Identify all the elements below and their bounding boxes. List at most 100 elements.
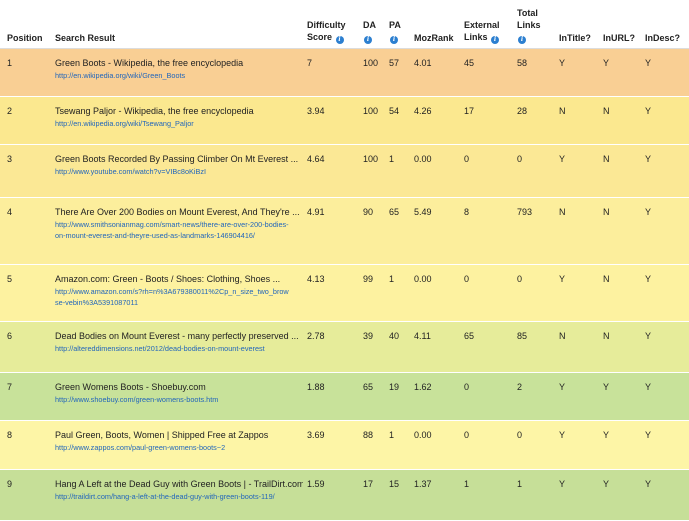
position-cell: 1 bbox=[7, 58, 13, 68]
table-row: 6 2.78 39 40 4.11 65 85 N N Y Dead Bodies on Mount… bbox=[0, 322, 689, 373]
indesc-cell: Y bbox=[645, 331, 652, 341]
total-links-cell: 0 bbox=[517, 154, 523, 164]
result-url-link[interactable]: http://altereddimensions.net/2012/dead-b… bbox=[55, 343, 291, 354]
intitle-cell: Y bbox=[559, 154, 566, 164]
intitle-cell: Y bbox=[559, 479, 566, 489]
pa-cell: 15 bbox=[389, 479, 400, 489]
result-url-link[interactable]: http://www.zappos.com/paul-green-womens-… bbox=[55, 442, 291, 453]
position-cell: 3 bbox=[7, 154, 13, 164]
position-cell: 6 bbox=[7, 331, 13, 341]
external-links-cell: 0 bbox=[464, 382, 470, 392]
result-title: Tsewang Paljor - Wikipedia, the free enc… bbox=[55, 106, 254, 116]
pa-cell: 54 bbox=[389, 106, 400, 116]
result-url-link[interactable]: http://www.youtube.com/watch?v=VIBc8oKiB… bbox=[55, 166, 291, 177]
inurl-cell: N bbox=[603, 106, 610, 116]
mozrank-cell: 0.00 bbox=[414, 154, 432, 164]
header-total-line2: Links bbox=[517, 20, 541, 30]
intitle-cell: N bbox=[559, 207, 566, 217]
intitle-cell: Y bbox=[559, 274, 566, 284]
mozrank-cell: 1.37 bbox=[414, 479, 432, 489]
header-difficulty-line1: Difficulty bbox=[307, 20, 346, 30]
external-links-cell: 8 bbox=[464, 207, 470, 217]
mozrank-cell: 4.11 bbox=[414, 331, 431, 341]
da-cell: 39 bbox=[363, 331, 374, 341]
total-links-cell: 85 bbox=[517, 331, 528, 341]
difficulty-cell: 1.59 bbox=[307, 479, 325, 489]
table-row: 5 4.13 99 1 0.00 0 0 Y N Y Amazon.com: Green - Boo… bbox=[0, 265, 689, 322]
difficulty-cell: 2.78 bbox=[307, 331, 325, 341]
inurl-cell: N bbox=[603, 207, 610, 217]
inurl-cell: N bbox=[603, 274, 610, 284]
total-links-cell: 0 bbox=[517, 274, 523, 284]
result-url-link[interactable]: http://en.wikipedia.org/wiki/Tsewang_Pal… bbox=[55, 118, 291, 129]
inurl-cell: Y bbox=[603, 58, 610, 68]
external-links-cell: 17 bbox=[464, 106, 475, 116]
result-url-link[interactable]: http://traildirt.com/hang-a-left-at-the-… bbox=[55, 491, 291, 502]
header-mozrank: MozRank bbox=[414, 33, 454, 43]
position-cell: 5 bbox=[7, 274, 13, 284]
difficulty-cell: 3.69 bbox=[307, 430, 325, 440]
mozrank-cell: 4.26 bbox=[414, 106, 432, 116]
serp-analysis-table: Position Search Result Difficulty Score … bbox=[0, 0, 689, 521]
external-links-cell: 0 bbox=[464, 154, 470, 164]
external-links-cell: 0 bbox=[464, 430, 470, 440]
header-pa: PA i bbox=[389, 19, 401, 44]
inurl-cell: Y bbox=[603, 382, 610, 392]
indesc-cell: Y bbox=[645, 479, 652, 489]
header-indesc: InDesc? bbox=[645, 33, 681, 43]
info-icon[interactable]: i bbox=[335, 36, 344, 44]
inurl-cell: Y bbox=[603, 479, 610, 489]
da-cell: 88 bbox=[363, 430, 374, 440]
result-title: Green Boots - Wikipedia, the free encycl… bbox=[55, 58, 244, 68]
pa-cell: 57 bbox=[389, 58, 400, 68]
da-cell: 100 bbox=[363, 106, 379, 116]
mozrank-cell: 0.00 bbox=[414, 274, 432, 284]
header-inurl: InURL? bbox=[603, 33, 635, 43]
info-icon[interactable]: i bbox=[390, 36, 398, 44]
total-links-cell: 28 bbox=[517, 106, 528, 116]
result-url-link[interactable]: http://www.amazon.com/s?rh=n%3A679380011… bbox=[55, 286, 291, 308]
header-search-result: Search Result bbox=[55, 33, 116, 43]
intitle-cell: N bbox=[559, 106, 566, 116]
intitle-cell: N bbox=[559, 331, 566, 341]
result-title: Amazon.com: Green - Boots / Shoes: Cloth… bbox=[55, 274, 281, 284]
info-icon[interactable]: i bbox=[364, 36, 372, 44]
result-url-link[interactable]: http://www.shoebuy.com/green-womens-boot… bbox=[55, 394, 291, 405]
pa-cell: 1 bbox=[389, 274, 395, 284]
result-title: Paul Green, Boots, Women | Shipped Free … bbox=[55, 430, 269, 440]
indesc-cell: Y bbox=[645, 382, 652, 392]
header-external-links: External Links i bbox=[464, 19, 500, 44]
header-total-links: Total Links i bbox=[517, 7, 541, 44]
result-url-link[interactable]: http://www.smithsonianmag.com/smart-news… bbox=[55, 219, 291, 241]
inurl-cell: N bbox=[603, 154, 610, 164]
pa-cell: 65 bbox=[389, 207, 400, 217]
indesc-cell: Y bbox=[645, 58, 652, 68]
table-row: 2 3.94 100 54 4.26 17 28 N N Y Tsewang Paljor - Wi… bbox=[0, 97, 689, 145]
table-row: 9 1.59 17 15 1.37 1 1 Y Y Y Hang A Left at the Dea… bbox=[0, 470, 689, 521]
info-icon[interactable]: i bbox=[518, 36, 526, 44]
header-total-line1: Total bbox=[517, 8, 538, 18]
header-difficulty-line2: Score bbox=[307, 32, 333, 42]
result-title: Green Boots Recorded By Passing Climber … bbox=[55, 154, 299, 164]
total-links-cell: 2 bbox=[517, 382, 523, 392]
header-external-line1: External bbox=[464, 20, 500, 30]
da-cell: 100 bbox=[363, 154, 379, 164]
mozrank-cell: 4.01 bbox=[414, 58, 432, 68]
table-row: 4 4.91 90 65 5.49 8 793 N N Y There Are Over 200 B… bbox=[0, 198, 689, 265]
position-cell: 7 bbox=[7, 382, 13, 392]
header-difficulty-score: Difficulty Score i bbox=[307, 19, 346, 44]
result-url-link[interactable]: http://en.wikipedia.org/wiki/Green_Boots bbox=[55, 70, 291, 81]
info-icon[interactable]: i bbox=[491, 36, 500, 44]
indesc-cell: Y bbox=[645, 274, 652, 284]
table-header: Position Search Result Difficulty Score … bbox=[0, 0, 689, 49]
external-links-cell: 65 bbox=[464, 331, 475, 341]
indesc-cell: Y bbox=[645, 207, 652, 217]
mozrank-cell: 0.00 bbox=[414, 430, 432, 440]
mozrank-cell: 1.62 bbox=[414, 382, 432, 392]
header-position: Position bbox=[7, 33, 43, 43]
mozrank-cell: 5.49 bbox=[414, 207, 432, 217]
pa-cell: 40 bbox=[389, 331, 400, 341]
position-cell: 9 bbox=[7, 479, 13, 489]
header-intitle: InTitle? bbox=[559, 33, 591, 43]
difficulty-cell: 7 bbox=[307, 58, 313, 68]
